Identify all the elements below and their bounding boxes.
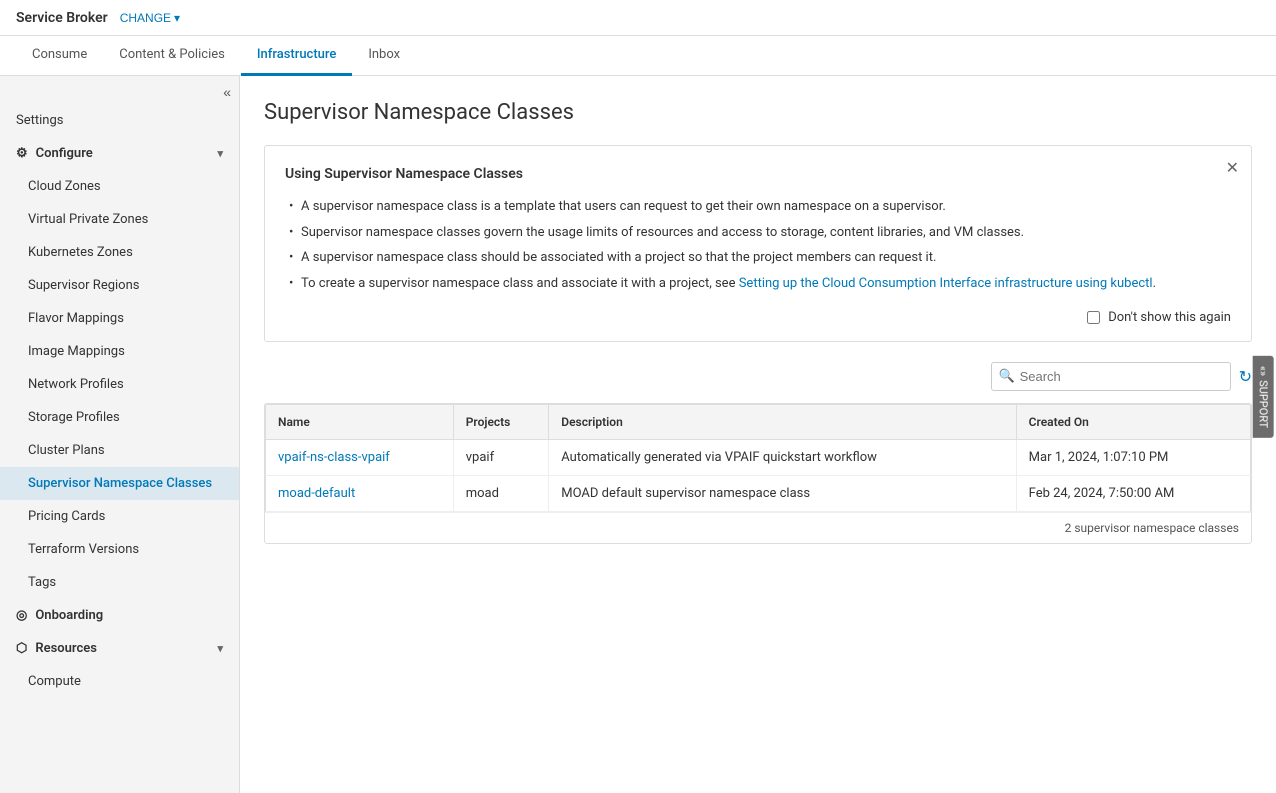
sidebar-group-resources[interactable]: ⬡ Resources ▾: [0, 632, 239, 665]
row2-projects: moad: [453, 476, 549, 512]
refresh-button[interactable]: ↻: [1239, 367, 1252, 387]
tab-inbox[interactable]: Inbox: [352, 36, 416, 76]
support-label: SUPPORT: [1256, 380, 1269, 428]
configure-icon: ⚙: [16, 146, 28, 161]
info-box-list: A supervisor namespace class is a templa…: [285, 194, 1231, 296]
sidebar-item-cluster-plans[interactable]: Cluster Plans: [0, 434, 239, 467]
sidebar-item-settings[interactable]: Settings: [0, 104, 239, 137]
row1-projects: vpaif: [453, 440, 549, 476]
table-row: vpaif-ns-class-vpaif vpaif Automatically…: [266, 440, 1251, 476]
data-table: Name Projects Description Created On vpa…: [265, 404, 1251, 512]
configure-label: Configure: [36, 146, 93, 161]
table-row: moad-default moad MOAD default superviso…: [266, 476, 1251, 512]
onboarding-label: Onboarding: [35, 608, 103, 623]
page-title: Supervisor Namespace Classes: [264, 100, 1252, 125]
main-layout: « Settings ⚙ Configure ▾ Cloud Zones Vir…: [0, 76, 1276, 793]
sidebar-item-virtual-private-zones[interactable]: Virtual Private Zones: [0, 203, 239, 236]
row1-name-link[interactable]: vpaif-ns-class-vpaif: [278, 450, 390, 465]
sidebar-item-pricing-cards[interactable]: Pricing Cards: [0, 500, 239, 533]
sidebar-item-supervisor-namespace-classes[interactable]: Supervisor Namespace Classes: [0, 467, 239, 500]
dont-show-label[interactable]: Don't show this again: [1108, 310, 1231, 325]
dont-show-checkbox[interactable]: [1087, 311, 1100, 324]
info-box: Using Supervisor Namespace Classes ✕ A s…: [264, 145, 1252, 342]
col-description: Description: [549, 405, 1016, 440]
sidebar-item-flavor-mappings[interactable]: Flavor Mappings: [0, 302, 239, 335]
col-created-on: Created On: [1016, 405, 1250, 440]
row2-name-link[interactable]: moad-default: [278, 486, 355, 501]
sidebar-item-label: Settings: [16, 113, 63, 128]
info-box-link[interactable]: Setting up the Cloud Consumption Interfa…: [739, 276, 1153, 291]
row2-created-on: Feb 24, 2024, 7:50:00 AM: [1016, 476, 1250, 512]
sidebar-group-configure[interactable]: ⚙ Configure ▾: [0, 137, 239, 170]
change-button[interactable]: CHANGE ▾: [120, 11, 180, 25]
info-box-close-button[interactable]: ✕: [1226, 158, 1239, 178]
onboarding-icon: ◎: [16, 608, 27, 623]
content-area: Supervisor Namespace Classes Using Super…: [240, 76, 1276, 793]
info-box-title: Using Supervisor Namespace Classes: [285, 166, 1231, 182]
info-box-footer: Don't show this again: [285, 310, 1231, 325]
table-container: Name Projects Description Created On vpa…: [264, 403, 1252, 544]
sidebar-item-supervisor-regions[interactable]: Supervisor Regions: [0, 269, 239, 302]
support-tab[interactable]: «» SUPPORT: [1252, 355, 1273, 437]
row1-name: vpaif-ns-class-vpaif: [266, 440, 454, 476]
support-arrows-icon: «»: [1256, 365, 1269, 375]
sidebar-item-tags[interactable]: Tags: [0, 566, 239, 599]
row-count: 2 supervisor namespace classes: [1065, 521, 1239, 535]
resources-icon: ⬡: [16, 641, 27, 656]
resources-label: Resources: [35, 641, 97, 656]
tab-content-policies[interactable]: Content & Policies: [103, 36, 241, 76]
chevron-down-icon: ▾: [217, 147, 223, 160]
row1-description: Automatically generated via VPAIF quicks…: [549, 440, 1016, 476]
table-footer: 2 supervisor namespace classes: [265, 512, 1251, 543]
tab-infrastructure[interactable]: Infrastructure: [241, 36, 353, 76]
info-box-bullet-2: Supervisor namespace classes govern the …: [285, 220, 1231, 246]
app-title: Service Broker: [16, 10, 108, 26]
col-projects: Projects: [453, 405, 549, 440]
info-box-bullet-1: A supervisor namespace class is a templa…: [285, 194, 1231, 220]
sidebar-collapse-button[interactable]: «: [223, 84, 231, 100]
nav-tabs: Consume Content & Policies Infrastructur…: [0, 36, 1276, 76]
info-box-bullet-3: A supervisor namespace class should be a…: [285, 245, 1231, 271]
info-box-bullet-4: To create a supervisor namespace class a…: [285, 271, 1231, 297]
sidebar-item-storage-profiles[interactable]: Storage Profiles: [0, 401, 239, 434]
sidebar-item-network-profiles[interactable]: Network Profiles: [0, 368, 239, 401]
chevron-down-icon: ▾: [217, 642, 223, 655]
toolbar: 🔍 ↻: [264, 362, 1252, 391]
row2-name: moad-default: [266, 476, 454, 512]
sidebar: « Settings ⚙ Configure ▾ Cloud Zones Vir…: [0, 76, 240, 793]
sidebar-item-kubernetes-zones[interactable]: Kubernetes Zones: [0, 236, 239, 269]
top-bar: Service Broker CHANGE ▾: [0, 0, 1276, 36]
search-icon: 🔍: [999, 369, 1015, 384]
search-wrapper: 🔍: [991, 362, 1231, 391]
sidebar-item-cloud-zones[interactable]: Cloud Zones: [0, 170, 239, 203]
col-name: Name: [266, 405, 454, 440]
tab-consume[interactable]: Consume: [16, 36, 103, 76]
search-input[interactable]: [991, 362, 1231, 391]
sidebar-item-image-mappings[interactable]: Image Mappings: [0, 335, 239, 368]
sidebar-item-terraform-versions[interactable]: Terraform Versions: [0, 533, 239, 566]
table-header-row: Name Projects Description Created On: [266, 405, 1251, 440]
row2-description: MOAD default supervisor namespace class: [549, 476, 1016, 512]
row1-created-on: Mar 1, 2024, 1:07:10 PM: [1016, 440, 1250, 476]
sidebar-group-onboarding[interactable]: ◎ Onboarding: [0, 599, 239, 632]
sidebar-item-compute[interactable]: Compute: [0, 665, 239, 698]
table-body: vpaif-ns-class-vpaif vpaif Automatically…: [266, 440, 1251, 512]
